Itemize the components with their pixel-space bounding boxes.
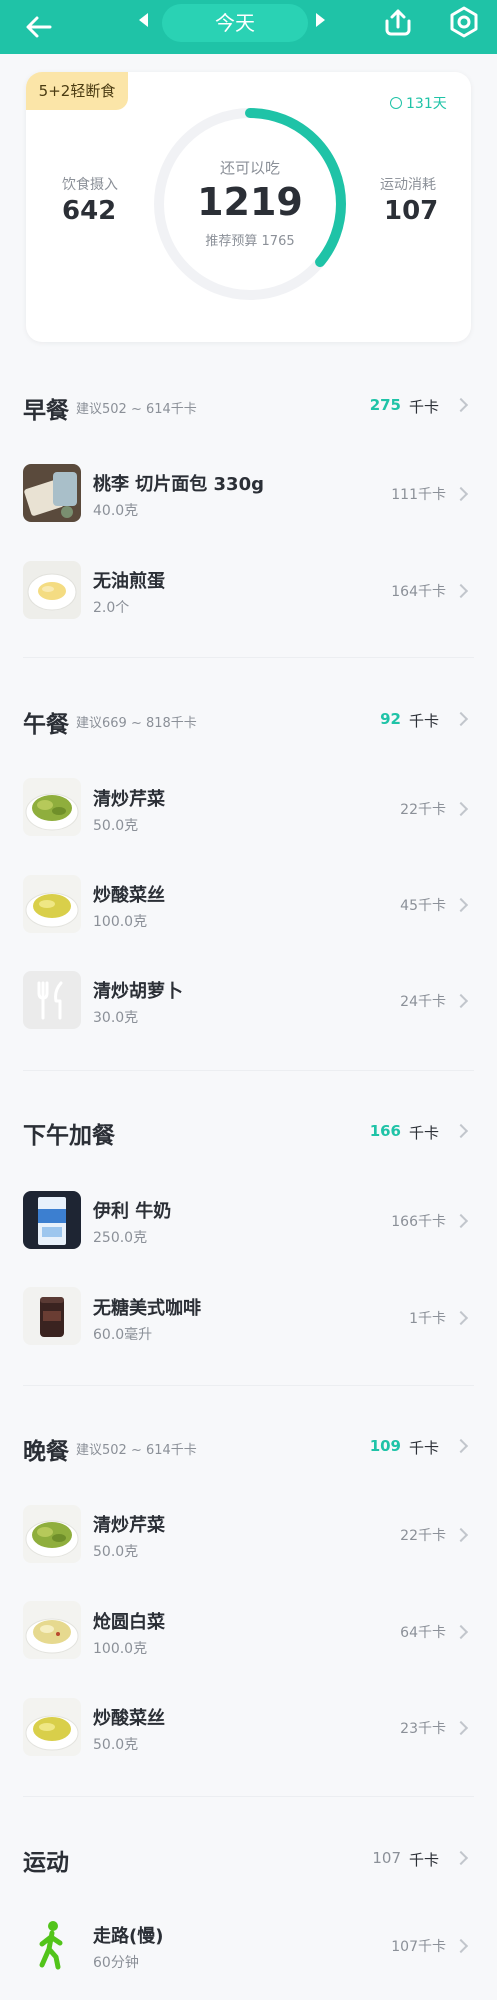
section-divider [23, 657, 474, 658]
streak-badge: 131天 [390, 93, 447, 113]
snack-kcal: 166 [369, 1122, 401, 1140]
lunch-item-2-amount: 100.0克 [93, 914, 148, 930]
snack-item-2-chevron-icon[interactable] [453, 1310, 469, 1326]
exercise-burn-value: 107 [384, 196, 439, 226]
breakfast-hint: 建议502 ~ 614千卡 [76, 402, 197, 417]
lunch-item-2-kcal: 45千卡 [400, 898, 446, 914]
fried-egg-thumbnail [23, 561, 81, 619]
dinner-item-3-name[interactable]: 炒酸菜丝 [93, 1704, 165, 1730]
snack-item-2-amount: 60.0毫升 [93, 1327, 153, 1343]
pickled-cabbage-thumbnail [23, 875, 81, 933]
budget-label: 推荐预算 1765 [205, 234, 295, 249]
dinner-item-3-amount: 50.0克 [93, 1737, 139, 1753]
dinner-hint: 建议502 ~ 614千卡 [76, 1443, 197, 1458]
breakfast-item-1-kcal: 111千卡 [391, 487, 446, 503]
dinner-item-3-kcal: 23千卡 [400, 1721, 446, 1737]
snack-item-1-chevron-icon[interactable] [453, 1213, 469, 1229]
snack-title[interactable]: 下午加餐 [23, 1116, 115, 1150]
breakfast-item-1-name[interactable]: 桃李 切片面包 330g [93, 470, 264, 496]
dinner-kcal: 109 [369, 1437, 401, 1455]
dinner-item-1-name[interactable]: 清炒芹菜 [93, 1511, 165, 1537]
snack-chevron-icon[interactable] [453, 1123, 469, 1139]
lunch-item-1-amount: 50.0克 [93, 818, 139, 834]
settings-gear-icon[interactable] [448, 6, 480, 38]
intake-label: 饮食摄入 [62, 177, 118, 193]
lunch-item-3-kcal: 24千卡 [400, 994, 446, 1010]
bread-thumbnail [23, 464, 81, 522]
lunch-kcal: 92 [380, 710, 401, 728]
section-divider [23, 1796, 474, 1797]
lunch-item-1-chevron-icon[interactable] [453, 801, 469, 817]
dinner-item-2-kcal: 64千卡 [400, 1625, 446, 1641]
breakfast-item-1-chevron-icon[interactable] [453, 486, 469, 502]
exercise-kcal: 107 [372, 1849, 401, 1867]
dinner-title[interactable]: 晚餐 [23, 1432, 69, 1466]
breakfast-title[interactable]: 早餐 [23, 391, 69, 425]
coffee-thumbnail [23, 1287, 81, 1345]
lunch-item-1-kcal: 22千卡 [400, 802, 446, 818]
section-divider [23, 1385, 474, 1386]
snack-item-1-kcal: 166千卡 [391, 1214, 446, 1230]
breakfast-item-1-amount: 40.0克 [93, 503, 139, 519]
dinner-item-2-name[interactable]: 炝圆白菜 [93, 1608, 165, 1634]
dinner-item-2-amount: 100.0克 [93, 1641, 148, 1657]
exercise-title[interactable]: 运动 [23, 1843, 69, 1877]
breakfast-item-2-kcal: 164千卡 [391, 584, 446, 600]
share-icon[interactable] [382, 7, 414, 39]
dinner-chevron-icon[interactable] [453, 1438, 469, 1454]
snack-item-1-amount: 250.0克 [93, 1230, 148, 1246]
next-day-arrow-icon[interactable] [316, 13, 325, 27]
breakfast-item-2-name[interactable]: 无油煎蛋 [93, 567, 165, 593]
dinner-item-1-amount: 50.0克 [93, 1544, 139, 1560]
exercise-item-1-chevron-icon[interactable] [453, 1938, 469, 1954]
exercise-burn-label: 运动消耗 [380, 177, 436, 193]
walking-person-icon [23, 1917, 81, 1975]
lunch-chevron-icon[interactable] [453, 711, 469, 727]
exercise-kcal-unit: 千卡 [409, 1851, 440, 1869]
cabbage-thumbnail [23, 1601, 81, 1659]
exercise-item-1-kcal: 107千卡 [391, 1939, 446, 1955]
snack-item-2-name[interactable]: 无糖美式咖啡 [93, 1294, 201, 1320]
prev-day-arrow-icon[interactable] [139, 13, 148, 27]
breakfast-kcal-unit: 千卡 [409, 398, 440, 416]
lunch-item-3-name[interactable]: 清炒胡萝卜 [93, 977, 183, 1003]
exercise-chevron-icon[interactable] [453, 1850, 469, 1866]
celery-thumbnail [23, 778, 81, 836]
exercise-item-1-amount: 60分钟 [93, 1955, 139, 1971]
remaining-label: 还可以吃 [219, 159, 280, 177]
snack-item-1-name[interactable]: 伊利 牛奶 [93, 1197, 171, 1223]
lunch-item-2-chevron-icon[interactable] [453, 897, 469, 913]
lunch-hint: 建议669 ~ 818千卡 [76, 716, 197, 731]
celery-thumbnail [23, 1505, 81, 1563]
dinner-item-1-chevron-icon[interactable] [453, 1527, 469, 1543]
intake-value: 642 [62, 196, 117, 226]
check-circle-icon [390, 97, 402, 109]
lunch-item-1-name[interactable]: 清炒芹菜 [93, 785, 165, 811]
lunch-item-2-name[interactable]: 炒酸菜丝 [93, 881, 165, 907]
breakfast-item-2-amount: 2.0个 [93, 600, 130, 616]
snack-item-2-kcal: 1千卡 [409, 1311, 446, 1327]
remaining-value: 1219 [197, 180, 303, 224]
diet-plan-tag[interactable]: 5+2轻断食 [26, 72, 128, 110]
back-arrow-icon[interactable] [22, 10, 56, 44]
breakfast-kcal: 275 [369, 396, 401, 414]
lunch-kcal-unit: 千卡 [409, 712, 440, 730]
section-divider [23, 1070, 474, 1071]
streak-days: 131天 [406, 96, 447, 112]
exercise-item-1-name[interactable]: 走路(慢) [93, 1922, 163, 1948]
snack-kcal-unit: 千卡 [409, 1124, 440, 1142]
lunch-item-3-chevron-icon[interactable] [453, 993, 469, 1009]
dinner-item-1-kcal: 22千卡 [400, 1528, 446, 1544]
dinner-kcal-unit: 千卡 [409, 1439, 440, 1457]
dinner-item-3-chevron-icon[interactable] [453, 1720, 469, 1736]
milk-thumbnail [23, 1191, 81, 1249]
breakfast-chevron-icon[interactable] [453, 397, 469, 413]
breakfast-item-2-chevron-icon[interactable] [453, 583, 469, 599]
dinner-item-2-chevron-icon[interactable] [453, 1624, 469, 1640]
fork-knife-icon [23, 971, 81, 1029]
lunch-title[interactable]: 午餐 [23, 705, 69, 739]
date-label[interactable]: 今天 [162, 4, 308, 42]
pickled-cabbage-thumbnail [23, 1698, 81, 1756]
lunch-item-3-amount: 30.0克 [93, 1010, 139, 1026]
